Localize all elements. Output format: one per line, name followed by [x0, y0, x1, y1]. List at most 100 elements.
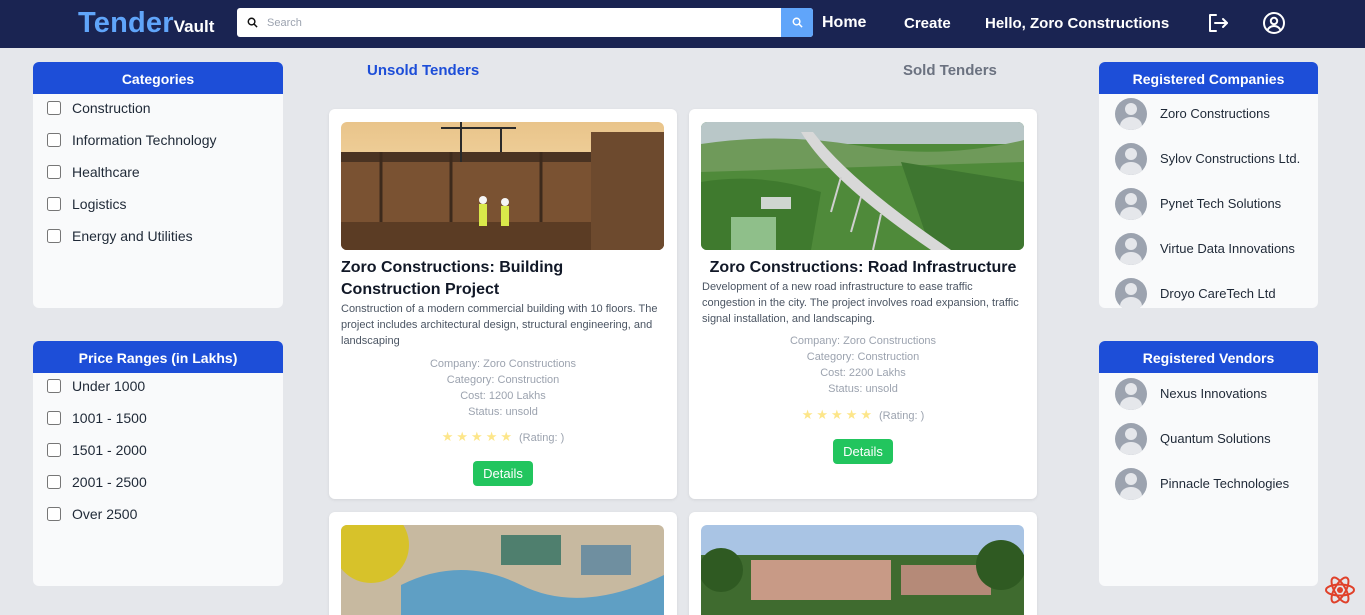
logout-icon[interactable] — [1206, 11, 1230, 35]
companies-title: Registered Companies — [1099, 62, 1318, 94]
avatar-icon — [1115, 422, 1147, 455]
filter-option[interactable]: Construction — [33, 92, 283, 124]
details-button-wrap: Details — [329, 461, 677, 486]
company-item[interactable]: Sylov Constructions Ltd. — [1099, 136, 1318, 181]
star-icon[interactable]: ★ — [860, 407, 875, 422]
star-icon[interactable]: ★ — [846, 407, 861, 422]
avatar-icon — [1115, 187, 1147, 220]
company-item[interactable]: Pynet Tech Solutions — [1099, 181, 1318, 226]
tender-status: Status: unsold — [468, 406, 538, 418]
filter-checkbox[interactable] — [47, 507, 61, 521]
tender-company: Company: Zoro Constructions — [789, 335, 937, 347]
vendor-item[interactable]: Nexus Innovations — [1099, 371, 1318, 416]
price-ranges-list: Under 1000 1001 - 1500 1501 - 2000 2001 - 2… — [33, 370, 283, 530]
star-icon[interactable]: ★ — [500, 429, 515, 444]
tender-cost: Cost: 1200 Lakhs — [460, 390, 546, 402]
filter-checkbox[interactable] — [47, 197, 61, 211]
tab-unsold-tenders[interactable]: Unsold Tenders — [367, 62, 479, 79]
nav-home-link[interactable]: Home — [822, 12, 866, 34]
filter-option[interactable]: Over 2500 — [33, 498, 283, 530]
filter-checkbox[interactable] — [47, 411, 61, 425]
filter-option-label: 1001 - 1500 — [72, 410, 147, 426]
filter-checkbox[interactable] — [47, 133, 61, 147]
filter-checkbox[interactable] — [47, 379, 61, 393]
vendor-item[interactable]: Quantum Solutions — [1099, 416, 1318, 461]
list-item-label: Droyo CareTech Ltd — [1160, 286, 1276, 301]
star-icon[interactable]: ★ — [486, 429, 501, 444]
vendor-item[interactable]: Pinnacle Technologies — [1099, 461, 1318, 506]
filter-checkbox[interactable] — [47, 229, 61, 243]
filter-option-label: Logistics — [72, 196, 127, 212]
tab-sold-tenders[interactable]: Sold Tenders — [903, 62, 997, 79]
avatar-icon — [1115, 377, 1147, 410]
tender-title: Zoro Constructions: Building Constructio… — [341, 259, 564, 298]
filter-option[interactable]: Information Technology — [33, 124, 283, 156]
filter-option[interactable]: Logistics — [33, 188, 283, 220]
brand-logo[interactable]: TenderVault — [78, 6, 214, 44]
star-icon[interactable]: ★ — [802, 407, 817, 422]
nav-create-link[interactable]: Create — [904, 13, 951, 35]
company-item[interactable]: Virtue Data Innovations — [1099, 226, 1318, 271]
react-devtools-icon[interactable] — [1324, 574, 1356, 606]
registered-companies-panel: Registered Companies Zoro Constructions S… — [1099, 62, 1318, 308]
filter-checkbox[interactable] — [47, 165, 61, 179]
user-profile-icon[interactable] — [1262, 11, 1286, 35]
tender-meta: Company: Zoro Constructions Category: Co… — [329, 356, 677, 420]
rating-text: (Rating: ) — [519, 432, 565, 444]
tender-description: Construction of a modern commercial buil… — [341, 303, 658, 347]
company-item[interactable]: Droyo CareTech Ltd — [1099, 271, 1318, 308]
filter-option[interactable]: Healthcare — [33, 156, 283, 188]
tender-image-campus — [701, 525, 1024, 615]
price-ranges-panel: Price Ranges (in Lakhs) Under 1000 1001 -… — [33, 341, 283, 586]
avatar-icon — [1115, 467, 1147, 500]
vendors-list: Nexus Innovations Quantum Solutions Pinnac… — [1099, 371, 1318, 506]
details-button[interactable]: Details — [473, 461, 533, 486]
tender-card — [689, 512, 1037, 615]
tender-image-playground — [341, 525, 664, 615]
avatar-icon — [1115, 277, 1147, 308]
filter-option-label: Under 1000 — [72, 378, 146, 394]
avatar-icon — [1115, 232, 1147, 265]
rating-text: (Rating: ) — [879, 410, 925, 422]
search-button[interactable] — [781, 8, 813, 37]
avatar-icon — [1115, 97, 1147, 130]
filter-option[interactable]: Under 1000 — [33, 370, 283, 402]
filter-option-label: Over 2500 — [72, 506, 138, 522]
list-item-label: Virtue Data Innovations — [1160, 241, 1295, 256]
companies-list: Zoro Constructions Sylov Constructions Lt… — [1099, 91, 1318, 308]
filter-checkbox[interactable] — [47, 475, 61, 489]
filter-option-label: Energy and Utilities — [72, 228, 193, 244]
tender-status: Status: unsold — [828, 383, 898, 395]
filter-option[interactable]: 1501 - 2000 — [33, 434, 283, 466]
price-ranges-title: Price Ranges (in Lakhs) — [33, 341, 283, 373]
star-icon[interactable]: ★ — [831, 407, 846, 422]
brand-sub: Vault — [173, 17, 215, 36]
star-icon[interactable]: ★ — [816, 407, 831, 422]
rating-stars: ★★★★★ (Rating: ) — [689, 407, 1037, 423]
filter-checkbox[interactable] — [47, 101, 61, 115]
star-icon[interactable]: ★ — [442, 429, 457, 444]
details-button-wrap: Details — [689, 439, 1037, 464]
tender-description: Development of a new road infrastructure… — [702, 281, 1019, 325]
list-item-label: Zoro Constructions — [1160, 106, 1270, 121]
star-icon[interactable]: ★ — [471, 429, 486, 444]
categories-title: Categories — [33, 62, 283, 94]
filter-option-label: 2001 - 2500 — [72, 474, 147, 490]
search-input[interactable] — [267, 8, 781, 37]
nav-greeting: Hello, Zoro Constructions — [985, 15, 1170, 32]
brand-main: Tender — [78, 7, 174, 39]
avatar-icon — [1115, 142, 1147, 175]
tender-category: Category: Construction — [446, 374, 560, 386]
categories-panel: Categories Construction Information Techn… — [33, 62, 283, 308]
company-item[interactable]: Zoro Constructions — [1099, 91, 1318, 136]
tender-card: Zoro Constructions: Building Constructio… — [329, 109, 677, 499]
filter-option-label: 1501 - 2000 — [72, 442, 147, 458]
details-button[interactable]: Details — [833, 439, 893, 464]
filter-checkbox[interactable] — [47, 443, 61, 457]
filter-option[interactable]: Energy and Utilities — [33, 220, 283, 252]
filter-option[interactable]: 2001 - 2500 — [33, 466, 283, 498]
tender-meta: Company: Zoro Constructions Category: Co… — [689, 333, 1037, 397]
filter-option[interactable]: 1001 - 1500 — [33, 402, 283, 434]
list-item-label: Nexus Innovations — [1160, 386, 1267, 401]
star-icon[interactable]: ★ — [456, 429, 471, 444]
